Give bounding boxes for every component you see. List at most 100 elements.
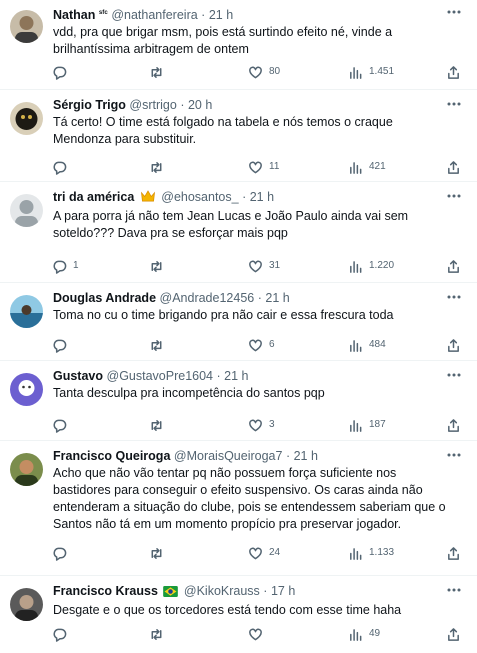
reply-button[interactable]: 1	[52, 258, 79, 274]
retweet-icon	[149, 259, 164, 274]
tweet[interactable]: Nathan ˢᶠᶜ @nathanfereira · 21 h vdd, pr…	[0, 0, 477, 90]
reply-icon	[52, 418, 67, 433]
tweet[interactable]: Gustavo @GustavoPre1604 · 21 h Tanta des…	[0, 363, 477, 441]
more-icon[interactable]	[445, 368, 463, 382]
tweet[interactable]: Sérgio Trigo @srtrigo · 20 h Tá certo! O…	[0, 92, 477, 182]
reply-icon	[52, 160, 67, 175]
retweet-icon	[149, 546, 164, 561]
timestamp[interactable]: 21 h	[294, 449, 318, 463]
retweet-button[interactable]	[149, 258, 170, 274]
share-button[interactable]	[446, 258, 461, 274]
avatar[interactable]	[10, 194, 43, 227]
views-button[interactable]: 187	[348, 417, 386, 433]
share-button[interactable]	[446, 159, 461, 175]
author-handle[interactable]: @KikoKrauss	[184, 584, 260, 598]
author-handle[interactable]: @srtrigo	[129, 98, 176, 112]
share-button[interactable]	[446, 417, 461, 433]
more-icon[interactable]	[445, 97, 463, 111]
more-icon[interactable]	[445, 290, 463, 304]
reply-icon	[52, 259, 67, 274]
avatar[interactable]	[10, 453, 43, 486]
tweet[interactable]: tri da américa @ehosantos_ · 21 h A para…	[0, 184, 477, 283]
views-button[interactable]: 1.133	[348, 545, 394, 561]
avatar[interactable]	[10, 10, 43, 43]
share-button[interactable]	[446, 545, 461, 561]
action-bar: 49	[52, 626, 463, 642]
share-icon	[446, 627, 461, 642]
like-button[interactable]: 11	[248, 159, 279, 175]
timestamp[interactable]: 21 h	[224, 369, 248, 383]
reply-button[interactable]	[52, 626, 73, 642]
tweet[interactable]: Douglas Andrade @Andrade12456 · 21 h Tom…	[0, 285, 477, 361]
author-handle[interactable]: @Andrade12456	[160, 291, 255, 305]
timestamp[interactable]: 21 h	[265, 291, 289, 305]
dot-separator: ·	[201, 8, 206, 22]
reply-feed: Nathan ˢᶠᶜ @nathanfereira · 21 h vdd, pr…	[0, 0, 477, 653]
like-button[interactable]: 80	[248, 64, 280, 80]
dot-separator: ·	[180, 98, 185, 112]
timestamp[interactable]: 20 h	[188, 98, 212, 112]
views-count: 187	[369, 419, 386, 430]
avatar[interactable]	[10, 373, 43, 406]
author-handle[interactable]: @ehosantos_	[161, 190, 238, 204]
dot-separator: ·	[285, 449, 291, 463]
views-icon	[348, 338, 363, 353]
author-name[interactable]: Nathan	[53, 8, 95, 22]
retweet-button[interactable]	[149, 417, 170, 433]
author-name[interactable]: tri da américa	[53, 190, 134, 204]
like-button[interactable]: 6	[248, 337, 275, 353]
author-handle[interactable]: @MoraisQueiroga7	[174, 449, 283, 463]
views-icon	[348, 627, 363, 642]
share-button[interactable]	[446, 64, 461, 80]
share-button[interactable]	[446, 337, 461, 353]
more-icon[interactable]	[445, 583, 463, 597]
like-icon	[248, 65, 263, 80]
reply-button[interactable]	[52, 64, 73, 80]
reply-button[interactable]	[52, 417, 73, 433]
reply-button[interactable]	[52, 545, 73, 561]
more-icon[interactable]	[445, 189, 463, 203]
timestamp[interactable]: 17 h	[271, 584, 295, 598]
reply-button[interactable]	[52, 159, 73, 175]
like-button[interactable]: 31	[248, 258, 280, 274]
reply-icon	[52, 65, 67, 80]
like-button[interactable]: 24	[248, 545, 280, 561]
views-count: 49	[369, 628, 381, 639]
like-button[interactable]: 3	[248, 417, 275, 433]
avatar[interactable]	[10, 295, 43, 328]
retweet-button[interactable]	[149, 626, 170, 642]
more-icon[interactable]	[445, 448, 463, 462]
author-name[interactable]: Sérgio Trigo	[53, 98, 126, 112]
tweet[interactable]: Francisco Krauss @KikoKrauss · 17 h Desg…	[0, 578, 477, 653]
avatar[interactable]	[10, 588, 43, 621]
views-button[interactable]: 484	[348, 337, 386, 353]
views-button[interactable]: 1.451	[348, 64, 394, 80]
timestamp[interactable]: 21 h	[250, 190, 274, 204]
author-name-suffix: ˢᶠᶜ	[98, 8, 108, 18]
retweet-button[interactable]	[149, 545, 170, 561]
author-handle[interactable]: @GustavoPre1604	[107, 369, 214, 383]
like-button[interactable]	[248, 626, 269, 642]
views-icon	[348, 418, 363, 433]
like-icon	[248, 546, 263, 561]
reply-button[interactable]	[52, 337, 73, 353]
author-name[interactable]: Douglas Andrade	[53, 291, 156, 305]
share-button[interactable]	[446, 626, 461, 642]
views-button[interactable]: 1.220	[348, 258, 394, 274]
views-count: 484	[369, 339, 386, 350]
tweet[interactable]: Francisco Queiroga @MoraisQueiroga7 · 21…	[0, 443, 477, 576]
retweet-button[interactable]	[149, 337, 170, 353]
retweet-button[interactable]	[149, 64, 170, 80]
author-name[interactable]: Francisco Queiroga	[53, 449, 170, 463]
views-button[interactable]: 49	[348, 626, 380, 642]
more-icon[interactable]	[445, 5, 463, 19]
retweet-button[interactable]	[149, 159, 170, 175]
author-name[interactable]: Francisco Krauss	[53, 584, 158, 598]
crown-icon	[140, 190, 156, 207]
views-button[interactable]: 421	[348, 159, 386, 175]
timestamp[interactable]: 21 h	[209, 8, 233, 22]
author-handle[interactable]: @nathanfereira	[111, 8, 197, 22]
author-name[interactable]: Gustavo	[53, 369, 103, 383]
avatar[interactable]	[10, 102, 43, 135]
like-count: 11	[269, 161, 280, 172]
